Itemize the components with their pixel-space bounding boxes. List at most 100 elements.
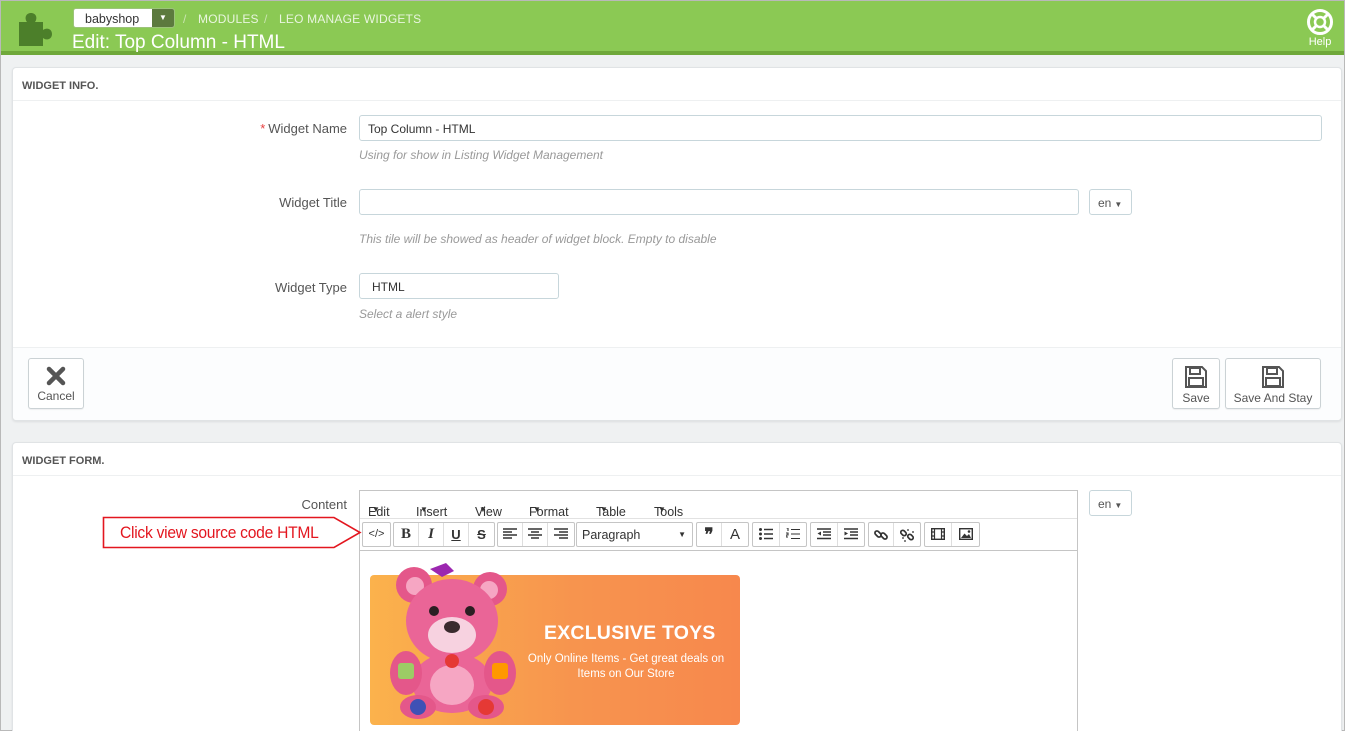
lifebuoy-icon — [1307, 9, 1333, 35]
unlink-icon — [899, 529, 915, 542]
caret-down-icon: ▼ — [678, 530, 686, 539]
widget-type-help: Select a alert style — [359, 307, 458, 321]
bold-icon: B — [400, 526, 411, 542]
text-color-icon: A — [729, 526, 740, 543]
insert-link-button[interactable] — [869, 523, 894, 546]
shop-selector-caret-icon: ▼ — [152, 9, 174, 27]
strikethrough-button[interactable]: S — [469, 523, 494, 546]
breadcrumb-modules[interactable]: MODULES — [198, 12, 259, 26]
page-title: Edit: Top Column - HTML — [72, 32, 285, 53]
editor-toolbar: </> B I U S Paragraph ▼ ❞ A — [360, 519, 1077, 551]
caret-down-icon: ▼ — [658, 505, 666, 514]
toolbar-group-media — [924, 522, 980, 547]
widget-name-help: Using for show in Listing Widget Managem… — [359, 148, 604, 162]
insert-video-button[interactable] — [925, 523, 952, 546]
help-button[interactable]: Help — [1305, 9, 1335, 48]
toolbar-group-text-style: B I U S — [393, 522, 495, 547]
content-banner-image: EXCLUSIVE TOYS Only Online Items - Get g… — [370, 563, 740, 725]
source-code-icon: </> — [368, 528, 385, 540]
widget-name-label-text: Widget Name — [268, 121, 347, 136]
breadcrumb-separator: / — [183, 12, 187, 26]
remove-link-button[interactable] — [894, 523, 920, 546]
close-icon — [46, 366, 66, 386]
floppy-disk-icon — [1185, 366, 1207, 388]
breadcrumb-leo-manage-widgets[interactable]: LEO MANAGE WIDGETS — [279, 12, 421, 26]
italic-icon: I — [428, 526, 434, 542]
caret-down-icon: ▼ — [1114, 501, 1123, 510]
image-icon — [958, 527, 973, 541]
caret-down-icon: ▼ — [533, 505, 541, 514]
floppy-disk-icon — [1262, 366, 1284, 388]
align-right-icon — [554, 528, 568, 539]
align-center-icon — [528, 528, 542, 539]
content-language-dropdown[interactable]: en ▼ — [1089, 490, 1132, 516]
save-button[interactable]: Save — [1172, 358, 1220, 409]
widget-title-help: This tile will be showed as header of wi… — [359, 232, 717, 246]
toolbar-group-quote: ❞ A — [696, 522, 749, 547]
outdent-icon — [817, 528, 831, 540]
widget-title-language-dropdown[interactable]: en ▼ — [1089, 189, 1132, 215]
cancel-label: Cancel — [37, 389, 75, 403]
toolbar-group-source: </> — [362, 522, 391, 547]
save-and-stay-label: Save And Stay — [1233, 391, 1313, 405]
text-color-button[interactable]: A — [722, 523, 748, 546]
required-mark: * — [260, 121, 266, 136]
puzzle-piece-icon — [19, 13, 52, 46]
indent-button[interactable] — [838, 523, 864, 546]
numbered-list-button[interactable] — [780, 523, 806, 546]
widget-info-heading: WIDGET INFO. — [13, 68, 1341, 101]
widget-title-input[interactable] — [359, 189, 1079, 215]
widget-form-panel: WIDGET FORM. Content en ▼ Edit ▼ Insert ▼ V… — [12, 442, 1342, 731]
source-code-button[interactable]: </> — [363, 523, 390, 546]
save-label: Save — [1182, 391, 1210, 405]
italic-button[interactable]: I — [419, 523, 444, 546]
widget-info-footer: Cancel Save Save And Stay — [13, 347, 1341, 420]
insert-image-button[interactable] — [952, 523, 979, 546]
editor-menubar: Edit ▼ Insert ▼ View ▼ Format ▼ Table ▼ Tools… — [360, 491, 1077, 519]
widget-name-label: * Widget Name — [13, 121, 347, 136]
caret-down-icon: ▼ — [600, 505, 608, 514]
film-icon — [930, 527, 946, 541]
widget-type-field[interactable]: HTML — [359, 273, 559, 299]
numbered-list-icon — [785, 527, 800, 540]
caret-down-icon: ▼ — [420, 505, 428, 514]
align-left-button[interactable] — [498, 523, 523, 546]
help-label: Help — [1308, 36, 1332, 48]
language-value: en — [1098, 196, 1112, 210]
breadcrumb-separator: / — [264, 12, 268, 26]
bold-button[interactable]: B — [394, 523, 419, 546]
toolbar-group-links — [868, 522, 921, 547]
toolbar-group-lists — [752, 522, 807, 547]
widget-title-label: Widget Title — [279, 195, 347, 210]
cancel-button[interactable]: Cancel — [28, 358, 84, 409]
link-icon — [874, 530, 888, 540]
underline-button[interactable]: U — [444, 523, 469, 546]
caret-down-icon: ▼ — [479, 505, 487, 514]
blockquote-button[interactable]: ❞ — [697, 523, 722, 546]
banner-subtitle: Only Online Items - Get great deals on I… — [527, 653, 725, 680]
content-label: Content — [301, 497, 347, 512]
widget-name-input[interactable]: Top Column - HTML — [359, 115, 1322, 141]
toolbar-group-align — [497, 522, 575, 547]
widget-form-heading: WIDGET FORM. — [13, 443, 1341, 476]
block-format-select[interactable]: Paragraph ▼ — [576, 522, 693, 547]
caret-down-icon: ▼ — [1114, 200, 1123, 209]
teddy-bear-toy-image — [390, 563, 516, 719]
caret-down-icon: ▼ — [372, 505, 380, 514]
strikethrough-icon: S — [477, 527, 486, 542]
bullet-list-icon — [759, 528, 773, 540]
widget-type-label: Widget Type — [274, 280, 347, 295]
save-and-stay-button[interactable]: Save And Stay — [1225, 358, 1321, 409]
banner-title: EXCLUSIVE TOYS — [544, 622, 716, 644]
outdent-button[interactable] — [811, 523, 838, 546]
top-header: babyshop ▼ / MODULES / LEO MANAGE WIDGET… — [1, 1, 1344, 55]
align-right-button[interactable] — [548, 523, 574, 546]
blockquote-icon: ❞ — [704, 525, 714, 544]
toolbar-group-indent — [810, 522, 865, 547]
block-format-value: Paragraph — [582, 528, 641, 542]
shop-selector-value: babyshop — [85, 12, 140, 26]
rich-text-editor[interactable]: Edit ▼ Insert ▼ View ▼ Format ▼ Table ▼ Tools… — [359, 490, 1078, 731]
shop-selector[interactable]: babyshop ▼ — [73, 8, 175, 28]
bullet-list-button[interactable] — [753, 523, 780, 546]
align-center-button[interactable] — [523, 523, 548, 546]
